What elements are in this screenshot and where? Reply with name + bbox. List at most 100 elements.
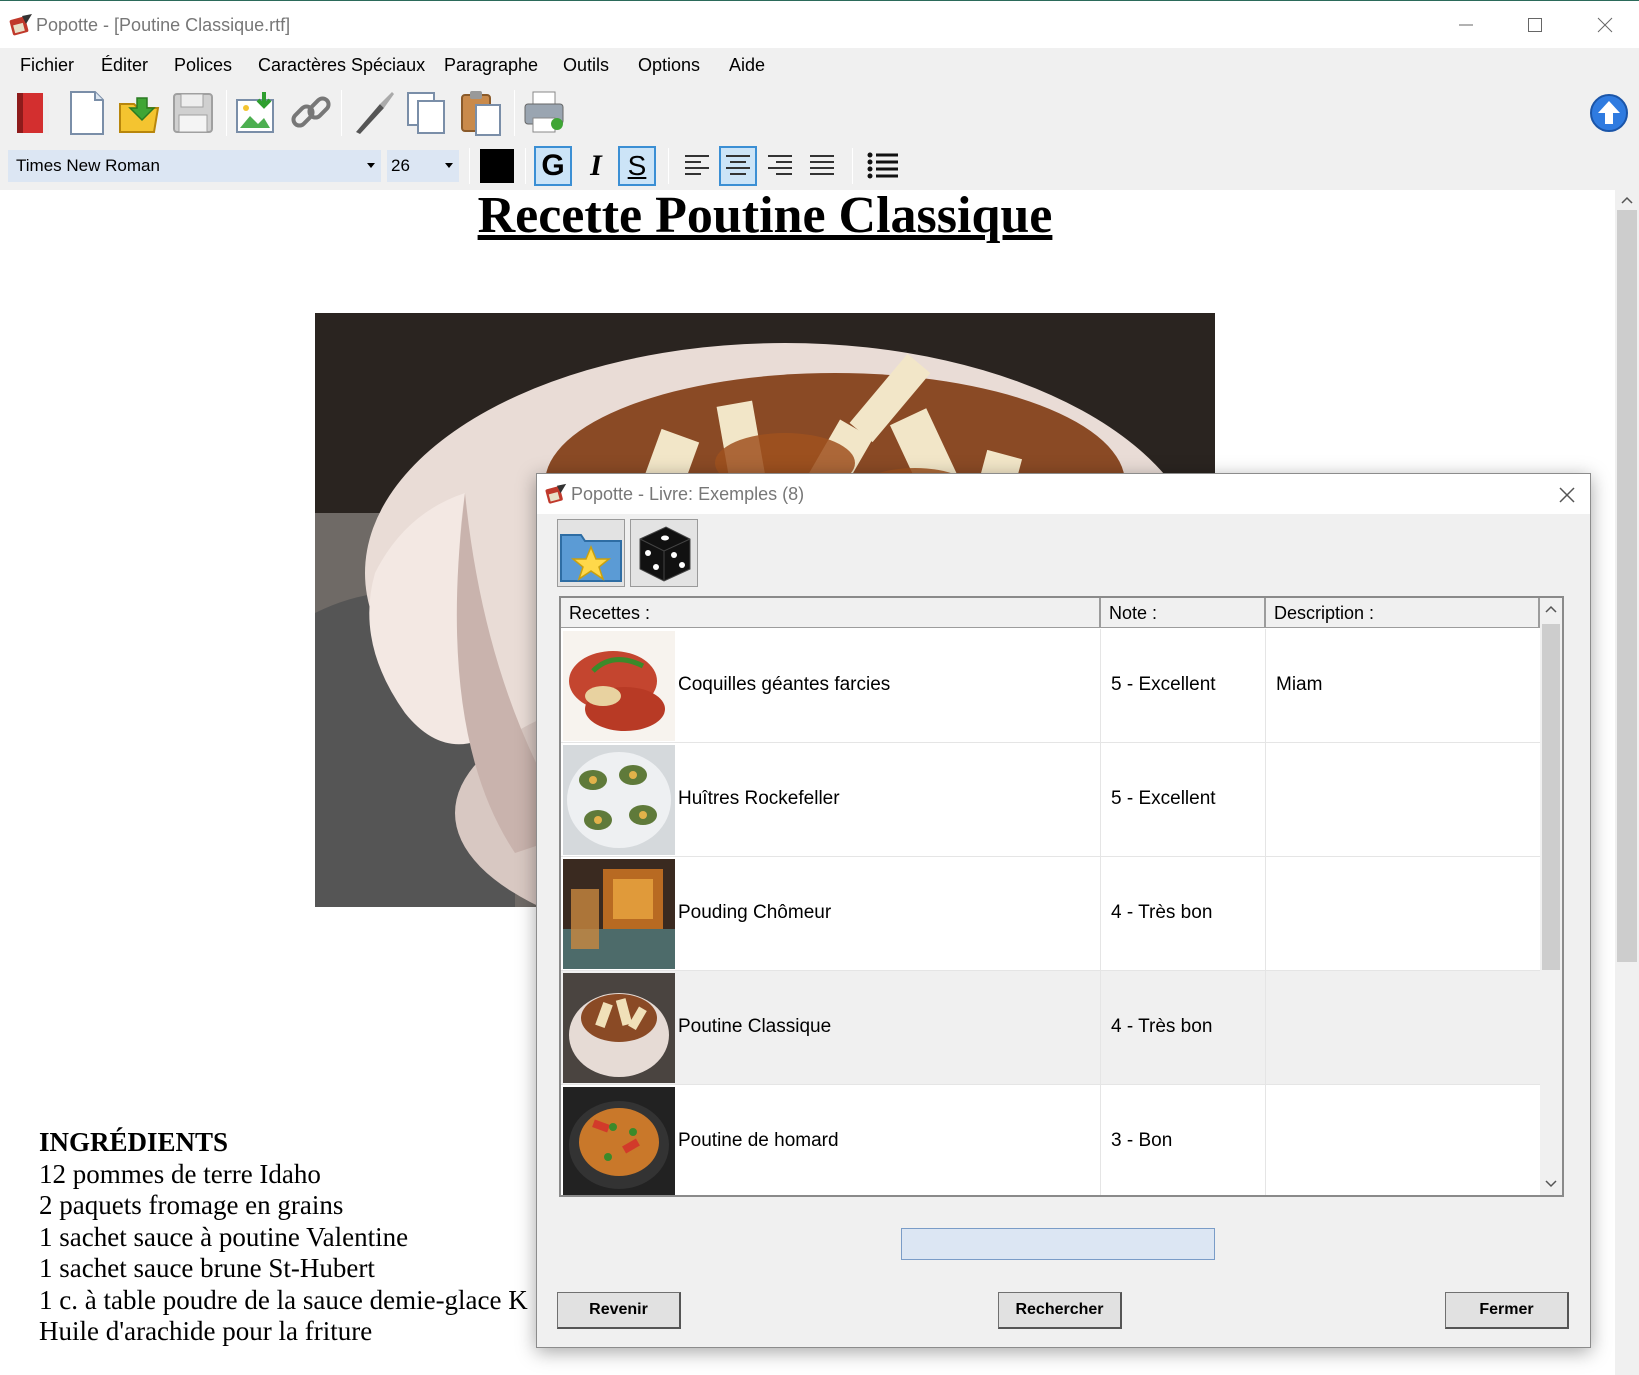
column-header-note[interactable]: Note : — [1101, 598, 1266, 628]
copy-button[interactable] — [402, 87, 452, 139]
recipe-thumbnail — [563, 1087, 675, 1195]
text-color-button[interactable] — [478, 146, 516, 186]
insert-image-button[interactable] — [232, 87, 282, 139]
column-divider — [1100, 629, 1101, 743]
open-folder-arrow-icon — [119, 97, 160, 133]
column-divider — [1100, 971, 1101, 1085]
document-scrollbar[interactable] — [1615, 190, 1639, 1375]
recipe-book-dialog: Popotte - Livre: Exemples (8) Recettes :… — [536, 473, 1591, 1348]
bold-button[interactable]: G — [534, 146, 572, 186]
menu-options[interactable]: Options — [638, 55, 700, 76]
rechercher-button[interactable]: Rechercher — [998, 1292, 1122, 1329]
popotte-app-icon — [9, 14, 32, 36]
scrollbar-thumb[interactable] — [1542, 624, 1560, 970]
table-row-selected[interactable]: Poutine Classique 4 - Très bon — [561, 971, 1540, 1085]
maximize-button[interactable] — [1500, 2, 1570, 48]
chevron-down-icon — [367, 163, 375, 168]
fermer-button[interactable]: Fermer — [1445, 1292, 1569, 1329]
bullet-list-button[interactable] — [864, 146, 902, 186]
scroll-up-icon[interactable] — [1540, 598, 1562, 620]
close-window-button[interactable] — [1570, 2, 1639, 48]
chevron-down-icon — [445, 163, 453, 168]
maximize-icon — [1528, 18, 1542, 32]
cut-button[interactable] — [348, 87, 398, 139]
favorites-button[interactable] — [557, 519, 625, 587]
new-document-button[interactable] — [62, 87, 112, 139]
ingredient-line: 1 c. à table poudre de la sauce demie-gl… — [39, 1284, 528, 1315]
title-bar: Popotte - [Poutine Classique.rtf] — [0, 2, 1639, 48]
menu-outils[interactable]: Outils — [563, 55, 609, 76]
main-window: Popotte - [Poutine Classique.rtf] Fichie… — [0, 0, 1639, 1375]
ingredients-section: INGRÉDIENTS 12 pommes de terre Idaho 2 p… — [39, 1127, 528, 1348]
menu-paragraphe[interactable]: Paragraphe — [444, 55, 538, 76]
recipe-thumbnail — [563, 973, 675, 1083]
column-header-description[interactable]: Description : — [1266, 598, 1540, 628]
underline-label: S — [627, 150, 647, 181]
table-row[interactable]: Poutine de homard 3 - Bon — [561, 1085, 1540, 1195]
recipe-name: Coquilles géantes farcies — [678, 674, 891, 695]
recipe-book-button[interactable] — [6, 87, 56, 139]
toolbar-separator — [668, 148, 669, 184]
scrollbar-thumb[interactable] — [1617, 210, 1637, 962]
menu-fichier[interactable]: Fichier — [20, 55, 74, 76]
justify-button[interactable] — [803, 146, 841, 186]
popotte-app-icon — [545, 483, 567, 504]
menu-aide[interactable]: Aide — [729, 55, 765, 76]
align-center-button[interactable] — [719, 146, 757, 186]
align-left-button[interactable] — [678, 146, 716, 186]
chain-link-icon — [291, 96, 331, 128]
ingredients-heading: INGRÉDIENTS — [39, 1127, 229, 1157]
column-divider — [1265, 629, 1266, 743]
bold-label: G — [541, 149, 565, 182]
toolbar-separator — [525, 148, 526, 184]
insert-picture-icon — [236, 92, 274, 133]
recipe-note: 4 - Très bon — [1111, 902, 1213, 923]
font-family-select[interactable]: Times New Roman — [8, 150, 381, 182]
ingredient-line: 2 paquets fromage en grains — [39, 1190, 344, 1220]
italic-label: I — [590, 149, 602, 182]
menu-polices[interactable]: Polices — [174, 55, 232, 76]
dialog-title: Popotte - Livre: Exemples (8) — [571, 484, 805, 504]
save-button[interactable] — [168, 87, 218, 139]
column-divider — [1265, 971, 1266, 1085]
print-button[interactable] — [520, 87, 570, 139]
column-divider — [1100, 743, 1101, 857]
up-arrow-circle-icon — [1590, 94, 1628, 132]
random-recipe-button[interactable] — [630, 519, 698, 587]
table-row[interactable]: Coquilles géantes farcies 5 - Excellent … — [561, 629, 1540, 743]
open-button[interactable] — [114, 87, 164, 139]
align-right-icon — [768, 155, 792, 175]
italic-button[interactable]: I — [577, 146, 615, 186]
table-row[interactable]: Huîtres Rockefeller 5 - Excellent — [561, 743, 1540, 857]
scroll-down-icon[interactable] — [1540, 1173, 1562, 1195]
insert-link-button[interactable] — [286, 87, 336, 139]
recipe-name: Huîtres Rockefeller — [678, 788, 840, 809]
ingredient-line: 1 sachet sauce à poutine Valentine — [39, 1221, 409, 1252]
recipe-note: 3 - Bon — [1111, 1130, 1173, 1151]
recipe-description: Miam — [1276, 674, 1323, 695]
upload-button[interactable] — [1585, 87, 1633, 139]
menu-editer[interactable]: Éditer — [101, 55, 148, 76]
recipe-note: 4 - Très bon — [1111, 1016, 1213, 1037]
recipe-thumbnail — [563, 745, 675, 855]
revenir-button[interactable]: Revenir — [557, 1292, 681, 1329]
window-title: Popotte - [Poutine Classique.rtf] — [36, 15, 291, 35]
table-scrollbar[interactable] — [1540, 598, 1562, 1195]
scroll-up-icon[interactable] — [1615, 190, 1639, 210]
minimize-button[interactable] — [1431, 2, 1501, 48]
column-divider — [1100, 1085, 1101, 1195]
search-input[interactable] — [901, 1228, 1215, 1260]
toolbar-separator — [341, 90, 342, 136]
paste-button[interactable] — [456, 87, 506, 139]
align-right-button[interactable] — [761, 146, 799, 186]
close-icon — [1597, 17, 1613, 33]
column-header-recipes[interactable]: Recettes : — [561, 598, 1101, 628]
underline-button[interactable]: S — [618, 146, 656, 186]
dice-icon — [639, 526, 691, 582]
table-row[interactable]: Pouding Chômeur 4 - Très bon — [561, 857, 1540, 971]
ingredient-line: Huile d'arachide pour la friture — [39, 1316, 373, 1346]
main-toolbar — [0, 84, 1639, 142]
font-size-select[interactable]: 26 — [387, 150, 459, 182]
dialog-close-icon[interactable] — [1554, 482, 1580, 508]
menu-caracteres-speciaux[interactable]: Caractères Spéciaux — [258, 55, 425, 76]
